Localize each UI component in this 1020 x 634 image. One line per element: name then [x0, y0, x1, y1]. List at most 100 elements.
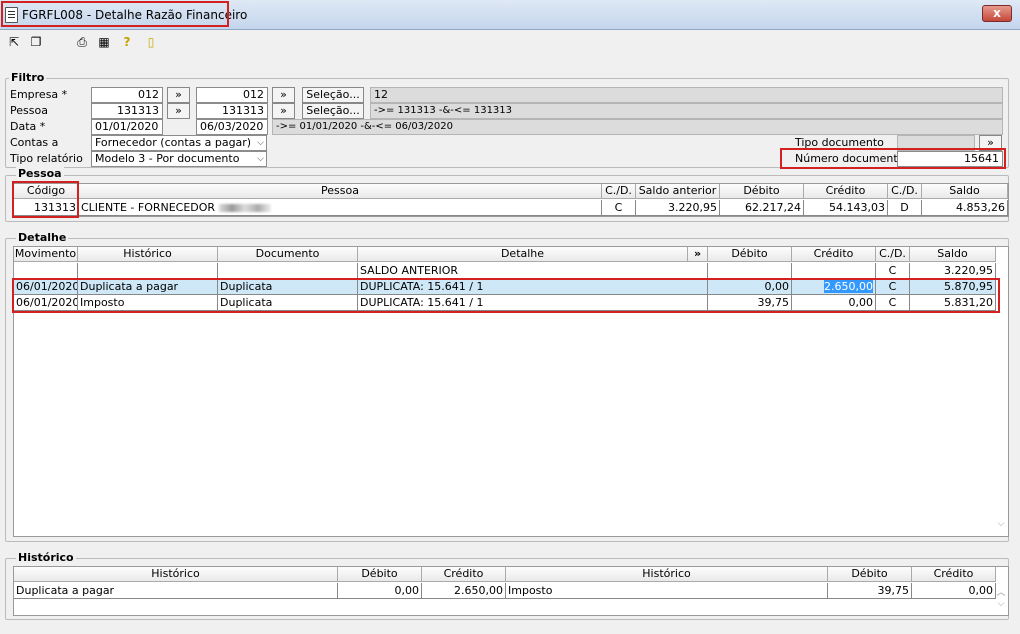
- tipo-documento-button[interactable]: »: [979, 135, 1002, 151]
- empresa-summary: 12: [370, 87, 1003, 103]
- col-header[interactable]: Crédito: [792, 247, 876, 262]
- help-icon[interactable]: ?: [119, 34, 135, 50]
- table-cell[interactable]: 0,00: [708, 279, 792, 295]
- table-cell[interactable]: Duplicata: [218, 295, 358, 311]
- table-cell[interactable]: Duplicata a pagar: [14, 583, 338, 599]
- col-header[interactable]: Histórico: [78, 247, 218, 262]
- contas-select-value: Fornecedor (contas a pagar): [95, 136, 252, 149]
- col-header[interactable]: Movimento: [14, 247, 78, 262]
- pessoa-saldo-anterior-cell[interactable]: 3.220,95: [636, 200, 720, 216]
- table-cell[interactable]: Duplicata a pagar: [78, 279, 218, 295]
- table-cell[interactable]: C: [876, 279, 910, 295]
- data-to-input[interactable]: 06/03/2020: [196, 119, 268, 135]
- scroll-down-icon[interactable]: ⌵: [994, 599, 1008, 609]
- col-header[interactable]: Crédito: [804, 184, 888, 199]
- pessoa-cd2-cell[interactable]: D: [888, 200, 922, 216]
- table-cell-editing[interactable]: 2.650,00: [792, 279, 876, 295]
- pessoa-debito-cell[interactable]: 62.217,24: [720, 200, 804, 216]
- detalhe-group-label: Detalhe: [16, 231, 69, 244]
- table-cell[interactable]: 39,75: [708, 295, 792, 311]
- exit-door-icon[interactable]: ▯: [143, 34, 159, 50]
- tipo-relatorio-select[interactable]: Modelo 3 - Por documento ⌵: [91, 151, 267, 167]
- empresa-range-button[interactable]: »: [167, 87, 190, 103]
- close-button[interactable]: x: [982, 5, 1012, 22]
- empresa-range-button-2[interactable]: »: [272, 87, 295, 103]
- table-cell[interactable]: C: [876, 295, 910, 311]
- table-cell[interactable]: 39,75: [828, 583, 912, 599]
- col-header[interactable]: Débito: [338, 567, 422, 582]
- table-cell[interactable]: [792, 263, 876, 279]
- title-bar: FGRFL008 - Detalhe Razão Financeiro x: [0, 0, 1020, 30]
- col-header[interactable]: Débito: [720, 184, 804, 199]
- col-header[interactable]: Saldo anterior: [636, 184, 720, 199]
- empresa-from-input[interactable]: 012: [91, 87, 163, 103]
- pessoa-nome-cell[interactable]: CLIENTE - FORNECEDOR: [79, 200, 602, 216]
- col-header[interactable]: Documento: [218, 247, 358, 262]
- col-header[interactable]: Saldo: [922, 184, 1008, 199]
- pessoa-codigo-cell[interactable]: 131313: [14, 200, 79, 216]
- col-header[interactable]: C./D.: [876, 247, 910, 262]
- col-header[interactable]: Saldo: [910, 247, 996, 262]
- table-cell[interactable]: DUPLICATA: 15.641 / 1: [358, 295, 708, 311]
- table-cell[interactable]: 06/01/2020: [14, 279, 78, 295]
- table-cell[interactable]: [218, 263, 358, 279]
- calendar-icon[interactable]: ▦: [96, 34, 112, 50]
- table-cell[interactable]: [14, 263, 78, 279]
- col-header[interactable]: Crédito: [422, 567, 506, 582]
- col-header[interactable]: Histórico: [506, 567, 828, 582]
- table-cell[interactable]: 5.870,95: [910, 279, 996, 295]
- table-cell[interactable]: 5.831,20: [910, 295, 996, 311]
- col-header[interactable]: Débito: [708, 247, 792, 262]
- chevron-down-icon: ⌵: [257, 138, 264, 148]
- col-header[interactable]: Código: [14, 184, 79, 199]
- table-cell[interactable]: [78, 263, 218, 279]
- col-header[interactable]: Débito: [828, 567, 912, 582]
- pessoa-range-button[interactable]: »: [167, 103, 190, 119]
- table-cell[interactable]: 0,00: [338, 583, 422, 599]
- table-cell[interactable]: Imposto: [506, 583, 828, 599]
- table-cell[interactable]: 0,00: [792, 295, 876, 311]
- table-cell[interactable]: 06/01/2020: [14, 295, 78, 311]
- data-from-input[interactable]: 01/01/2020: [91, 119, 163, 135]
- col-header[interactable]: Pessoa: [79, 184, 602, 199]
- printer-icon[interactable]: ⎙: [74, 34, 90, 50]
- table-cell[interactable]: SALDO ANTERIOR: [358, 263, 708, 279]
- detalhe-grid: Movimento Histórico Documento Detalhe » …: [13, 246, 1009, 537]
- selected-value: 2.650,00: [824, 280, 873, 293]
- contas-select[interactable]: Fornecedor (contas a pagar) ⌵: [91, 135, 267, 151]
- pessoa-from-input[interactable]: 131313: [91, 103, 163, 119]
- table-cell[interactable]: Duplicata: [218, 279, 358, 295]
- table-cell[interactable]: [708, 263, 792, 279]
- numero-documento-label: Número documento: [795, 152, 905, 165]
- table-cell[interactable]: 3.220,95: [910, 263, 996, 279]
- tipo-documento-label: Tipo documento: [795, 136, 884, 149]
- document-icon: [5, 7, 18, 23]
- col-header[interactable]: Crédito: [912, 567, 996, 582]
- pessoa-label: Pessoa: [10, 104, 48, 117]
- col-header[interactable]: C./D.: [888, 184, 922, 199]
- tipo-documento-field[interactable]: [897, 135, 975, 151]
- scroll-down-icon[interactable]: ⌵: [994, 519, 1008, 529]
- scroll-up-icon[interactable]: ︿: [994, 585, 1008, 598]
- pessoa-to-input[interactable]: 131313: [196, 103, 268, 119]
- table-cell[interactable]: C: [876, 263, 910, 279]
- pessoa-saldo-cell[interactable]: 4.853,26: [922, 200, 1008, 216]
- detalhe-expand-button[interactable]: »: [688, 247, 708, 262]
- table-cell[interactable]: Imposto: [78, 295, 218, 311]
- empresa-to-input[interactable]: 012: [196, 87, 268, 103]
- empresa-selecao-button[interactable]: Seleção...: [302, 87, 364, 103]
- pessoa-cd1-cell[interactable]: C: [602, 200, 636, 216]
- pessoa-range-button-2[interactable]: »: [272, 103, 295, 119]
- pessoa-selecao-button[interactable]: Seleção...: [302, 103, 364, 119]
- table-cell[interactable]: 0,00: [912, 583, 996, 599]
- col-header[interactable]: C./D.: [602, 184, 636, 199]
- windows-icon[interactable]: ❐: [28, 34, 44, 50]
- export-icon[interactable]: ⇱: [6, 34, 22, 50]
- col-header[interactable]: Histórico: [14, 567, 338, 582]
- table-cell[interactable]: 2.650,00: [422, 583, 506, 599]
- table-cell[interactable]: DUPLICATA: 15.641 / 1: [358, 279, 708, 295]
- pessoa-credito-cell[interactable]: 54.143,03: [804, 200, 888, 216]
- col-header[interactable]: Detalhe: [358, 247, 688, 262]
- numero-documento-input[interactable]: 15641: [897, 151, 1003, 167]
- pessoa-summary: ->= 131313 -&-<= 131313: [370, 103, 1003, 119]
